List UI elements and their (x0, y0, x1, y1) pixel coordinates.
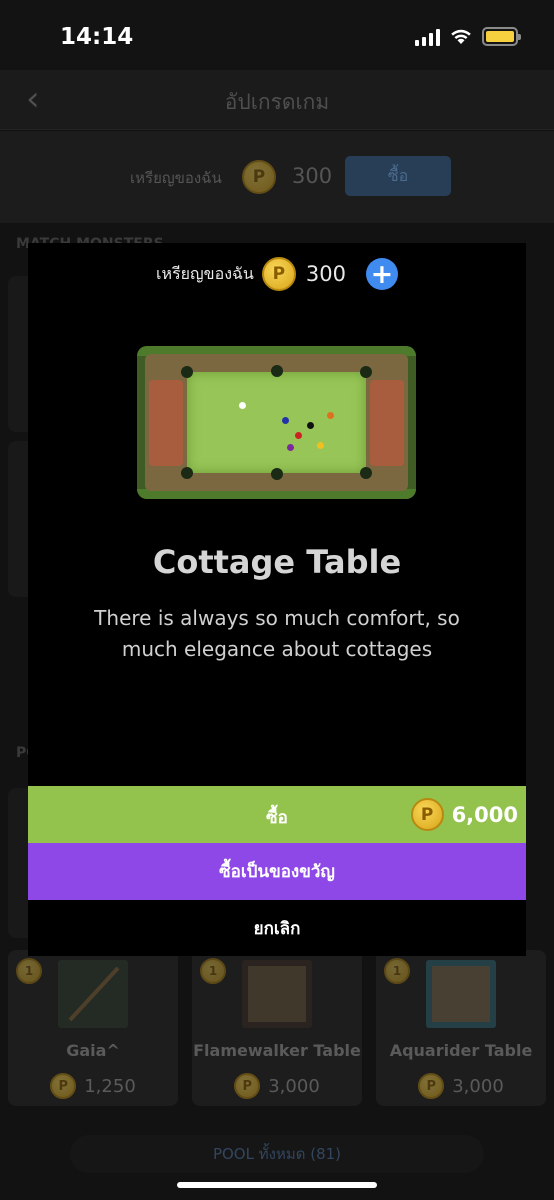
buy-button[interactable]: ซื้อ P 6,000 (28, 786, 526, 843)
item-card-gaia[interactable]: 1 Gaia^ P 1,250 (8, 950, 178, 1106)
item-name: Aquarider Table (389, 1041, 533, 1060)
item-price: 3,000 (452, 1075, 504, 1097)
pool-all-button[interactable]: POOL ทั้งหมด (81) (70, 1135, 484, 1173)
item-grid: 1 Gaia^ P 1,250 1 Flamewalker Table P 3,… (0, 950, 554, 1110)
coin-icon: P (242, 160, 276, 194)
item-price: 1,250 (84, 1075, 136, 1097)
status-time: 14:14 (60, 24, 134, 50)
price-row: P 3,000 (376, 1073, 546, 1099)
header: ‹ อัปเกรดเกม (0, 70, 554, 130)
wifi-icon (451, 29, 471, 44)
price-value: 6,000 (451, 802, 518, 827)
item-price: 3,000 (268, 1075, 320, 1097)
coin-icon: P (410, 798, 444, 831)
level-badge: 1 (384, 958, 410, 984)
cancel-button[interactable]: ยกเลิก (28, 900, 526, 956)
battery-icon (482, 27, 521, 46)
item-card-flamewalker-table[interactable]: 1 Flamewalker Table P 3,000 (192, 950, 362, 1106)
level-badge: 1 (16, 958, 42, 984)
my-coins-value: 300 (305, 262, 346, 286)
price-row: P 3,000 (192, 1073, 362, 1099)
price-row: P 1,250 (8, 1073, 178, 1099)
coin-icon: P (418, 1073, 445, 1099)
cue-image (58, 960, 128, 1028)
buy-price: P 6,000 (410, 798, 518, 831)
my-coins-label: เหรียญของฉัน (156, 263, 254, 283)
coin-icon: P (234, 1073, 261, 1099)
status-bar: 14:14 (0, 0, 554, 70)
home-indicator (177, 1182, 377, 1188)
item-card-aquarider-table[interactable]: 1 Aquarider Table P 3,000 (376, 950, 546, 1106)
add-coins-plus-icon[interactable]: + (365, 258, 398, 290)
purchase-modal: เหรียญของฉัน P 300 + Cottage Table There… (28, 243, 526, 956)
table-thumbnail-image (242, 960, 312, 1028)
item-description: There is always so much comfort, so much… (94, 606, 460, 661)
coin-bar: เหรียญของฉัน P 300 ซื้อ (0, 131, 554, 223)
level-badge: 1 (200, 958, 226, 984)
my-coins-label: เหรียญของฉัน (130, 169, 222, 187)
coin-icon: P (261, 257, 296, 291)
table-thumbnail-image (426, 960, 496, 1028)
status-icons (415, 27, 521, 46)
cottage-table-image (137, 346, 416, 499)
modal-coin-row: เหรียญของฉัน P 300 + (28, 257, 526, 291)
buy-as-gift-button[interactable]: ซื้อเป็นของขวัญ (28, 843, 526, 900)
item-name: Gaia^ (66, 1041, 120, 1060)
coin-icon: P (50, 1073, 77, 1099)
item-title: Cottage Table (152, 543, 402, 581)
my-coins-value: 300 (292, 164, 333, 188)
buy-coins-button[interactable]: ซื้อ (345, 156, 451, 196)
item-name: Flamewalker Table (193, 1041, 361, 1060)
cellular-signal-icon (415, 28, 440, 46)
page-title: อัปเกรดเกม (224, 90, 330, 114)
